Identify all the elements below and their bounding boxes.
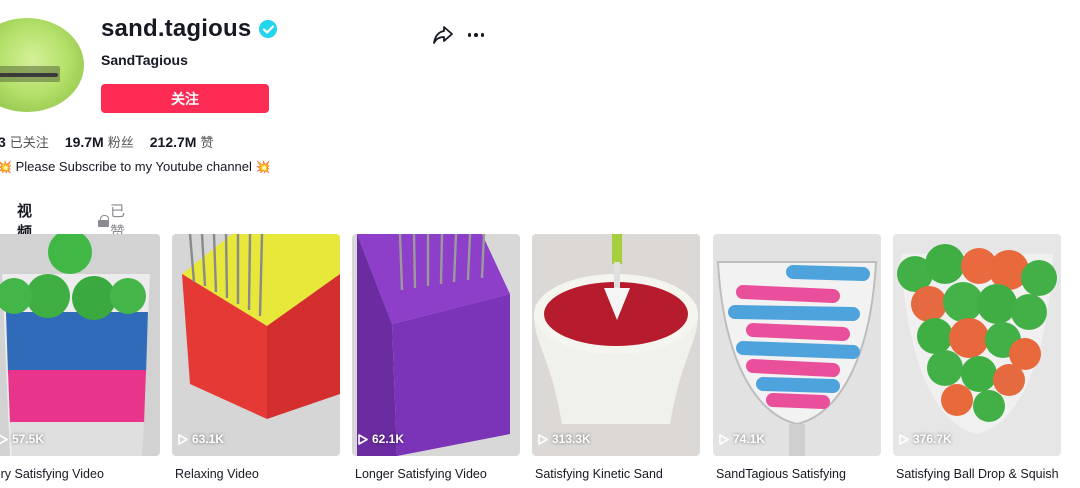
avatar-blade <box>0 73 58 77</box>
thumbnail-image <box>172 234 340 456</box>
username-text: sand.tagious <box>101 15 252 42</box>
video-view-count: 57.5K <box>0 432 44 446</box>
video-card[interactable]: 74.1K SandTagious Satisfying <box>713 234 881 481</box>
profile-avatar[interactable] <box>0 18 84 112</box>
video-caption[interactable]: SandTagious Satisfying <box>716 467 846 481</box>
video-view-count: 74.1K <box>719 432 765 446</box>
video-grid: 57.5K Very Satisfying Video <box>0 234 1080 484</box>
video-view-count: 376.7K <box>899 432 952 446</box>
stat-likes: 212.7M 赞 <box>149 134 214 151</box>
video-caption[interactable]: Satisfying Ball Drop & Squish <box>896 467 1059 481</box>
play-icon <box>178 433 188 445</box>
verified-badge-icon <box>259 20 278 38</box>
bio-emoji-right: 💥 <box>255 160 271 174</box>
video-view-count: 62.1K <box>358 432 404 446</box>
video-card[interactable]: 313.3K Satisfying Kinetic Sand <box>532 234 700 481</box>
thumbnail-image <box>713 234 881 456</box>
play-icon <box>0 434 8 444</box>
thumbnail-image <box>532 234 700 456</box>
view-count-text: 376.7K <box>913 432 952 446</box>
thumbnail-image <box>352 234 520 456</box>
profile-stats: 3 已关注 19.7M 粉丝 212.7M 赞 <box>0 132 213 151</box>
video-view-count: 63.1K <box>178 432 224 446</box>
video-card[interactable]: 62.1K Longer Satisfying Video <box>352 234 520 481</box>
follow-button[interactable]: 关注 <box>101 84 269 113</box>
view-count-text: 57.5K <box>12 432 45 446</box>
video-caption[interactable]: Satisfying Kinetic Sand <box>535 467 663 481</box>
video-card[interactable]: 63.1K Relaxing Video <box>172 234 340 481</box>
profile-username: sand.tagious <box>101 15 278 43</box>
video-caption[interactable]: Very Satisfying Video <box>0 467 104 481</box>
play-icon <box>538 433 548 445</box>
stat-following[interactable]: 3 已关注 <box>0 132 49 151</box>
view-count-text: 63.1K <box>192 432 225 446</box>
video-card[interactable]: 57.5K Very Satisfying Video <box>0 234 160 481</box>
video-thumbnail[interactable]: 313.3K <box>532 234 700 456</box>
video-caption[interactable]: Relaxing Video <box>175 467 259 481</box>
profile-nickname: SandTagious <box>101 52 188 68</box>
play-icon <box>719 433 729 445</box>
play-icon <box>899 433 909 445</box>
view-count-text: 313.3K <box>552 432 591 446</box>
video-view-count: 313.3K <box>538 432 591 446</box>
profile-bio: 💥 Please Subscribe to my Youtube channel… <box>0 159 270 174</box>
thumbnail-image <box>0 234 160 456</box>
stat-followers[interactable]: 19.7M 粉丝 <box>65 132 134 151</box>
video-card[interactable]: 376.7K Satisfying Ball Drop & Squish <box>893 234 1061 481</box>
view-count-text: 74.1K <box>733 432 766 446</box>
bio-emoji-left: 💥 <box>0 160 12 174</box>
lock-icon <box>98 215 109 227</box>
video-caption[interactable]: Longer Satisfying Video <box>355 467 487 481</box>
view-count-text: 62.1K <box>372 432 405 446</box>
thumbnail-image <box>893 234 1061 456</box>
video-thumbnail[interactable]: 57.5K <box>0 234 160 456</box>
bio-text: Please Subscribe to my Youtube channel <box>11 159 256 174</box>
more-options-icon[interactable] <box>466 25 486 45</box>
play-icon <box>358 433 368 445</box>
video-thumbnail[interactable]: 74.1K <box>713 234 881 456</box>
video-thumbnail[interactable]: 63.1K <box>172 234 340 456</box>
video-thumbnail[interactable]: 62.1K <box>352 234 520 456</box>
share-icon[interactable] <box>432 25 454 45</box>
video-thumbnail[interactable]: 376.7K <box>893 234 1061 456</box>
